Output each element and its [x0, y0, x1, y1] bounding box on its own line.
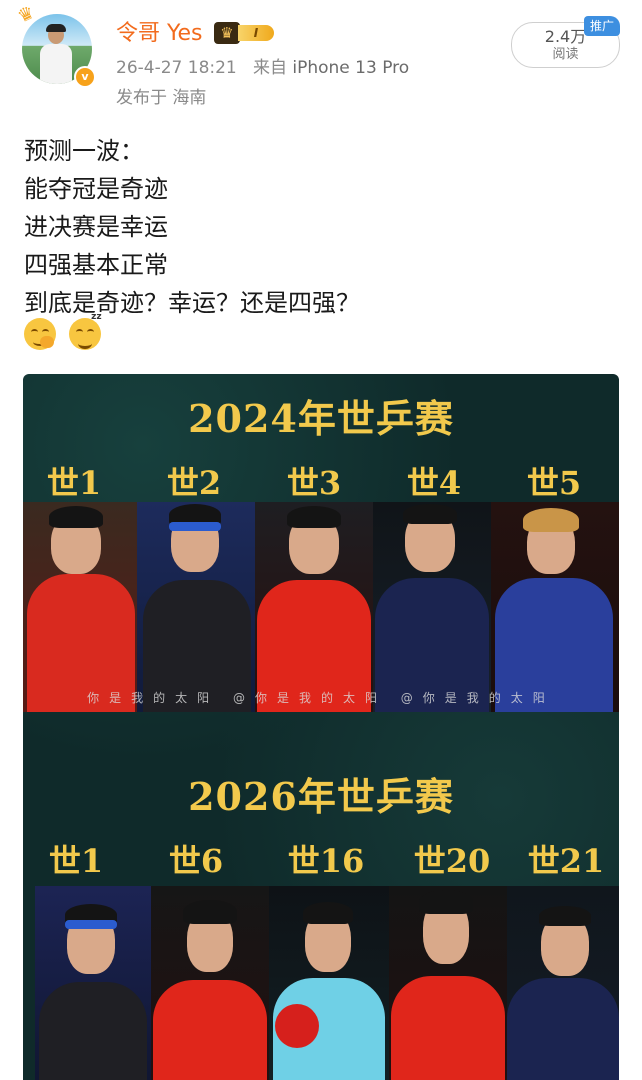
rank-row-2024: 世1 世2 世3 世4 世5 — [23, 460, 619, 506]
post-line: 能夺冠是奇迹 — [24, 175, 168, 203]
poster-title-2024: 2024年世乒赛 — [188, 396, 454, 441]
username[interactable]: 令哥 Yes — [116, 20, 203, 48]
avatar-person — [40, 24, 72, 84]
player-photo — [491, 502, 619, 712]
post-line: 预测一波： — [24, 137, 144, 165]
post-meta: 26-4-27 18:21 来自 iPhone 13 Pro — [116, 56, 409, 80]
vip-crown-icon: ♛ — [214, 22, 240, 44]
post-location: 发布于 海南 — [116, 88, 207, 108]
post-line: 四强基本正常 — [24, 251, 168, 279]
rank-label: 世3 — [286, 464, 342, 502]
post-image[interactable]: 2024年世乒赛 世1 世2 世3 世4 世5 你是我的太阳 @你是我的太阳 @… — [23, 374, 619, 1080]
reads-label: 阅读 — [552, 47, 579, 62]
player-photo — [35, 886, 151, 1080]
post-line: 进决赛是幸运 — [24, 213, 168, 241]
player-photo — [507, 886, 619, 1080]
post-device[interactable]: iPhone 13 Pro — [292, 58, 409, 78]
rank-label: 世4 — [406, 464, 462, 502]
player-photo — [23, 502, 137, 712]
post-body: 预测一波： 能夺冠是奇迹 进决赛是幸运 四强基本正常 到底是奇迹？幸运？还是四强… — [24, 132, 614, 322]
player-photos-2026 — [23, 886, 619, 1080]
sleepy-grin-emoji-icon: zz — [69, 312, 102, 350]
rank-label: 世20 — [413, 842, 491, 880]
rank-label: 世6 — [168, 842, 224, 880]
promo-tag: 推广 — [584, 16, 620, 36]
rank-label: 世2 — [166, 464, 222, 502]
rank-label: 世5 — [526, 464, 582, 502]
post-header: ♛ v 令哥 Yes ♛ I 26-4-27 18:21 来自 iPhone 1… — [0, 0, 642, 120]
player-photo — [137, 502, 255, 712]
vip-level-badge[interactable]: ♛ I — [214, 22, 276, 44]
vip-level: I — [238, 25, 274, 41]
post-source-prefix: 来自 — [252, 58, 287, 78]
player-photo — [151, 886, 269, 1080]
player-photo — [255, 502, 373, 712]
rank-label: 世1 — [48, 842, 104, 880]
player-photo — [269, 886, 389, 1080]
player-photo — [389, 886, 507, 1080]
poster-title-2026: 2026年世乒赛 — [188, 774, 454, 819]
post-line: 到底是奇迹？幸运？还是四强？ — [24, 289, 360, 317]
post-timestamp: 26-4-27 18:21 — [116, 58, 237, 78]
photo-caption: 你是我的太阳 @你是我的太阳 @你是我的太阳 — [87, 691, 555, 705]
player-photos-2024: 你是我的太阳 @你是我的太阳 @你是我的太阳 — [23, 502, 619, 712]
player-photo — [373, 502, 491, 712]
avatar[interactable]: ♛ v — [14, 2, 96, 88]
thinking-face-emoji-icon — [24, 318, 56, 350]
verified-badge-icon: v — [74, 66, 96, 88]
rank-row-2026: 世1 世6 世16 世20 世21 — [23, 838, 619, 884]
rank-label: 世21 — [527, 842, 605, 880]
rank-label: 世1 — [46, 464, 102, 502]
rank-label: 世16 — [287, 842, 365, 880]
post-emojis: zz — [24, 312, 109, 354]
